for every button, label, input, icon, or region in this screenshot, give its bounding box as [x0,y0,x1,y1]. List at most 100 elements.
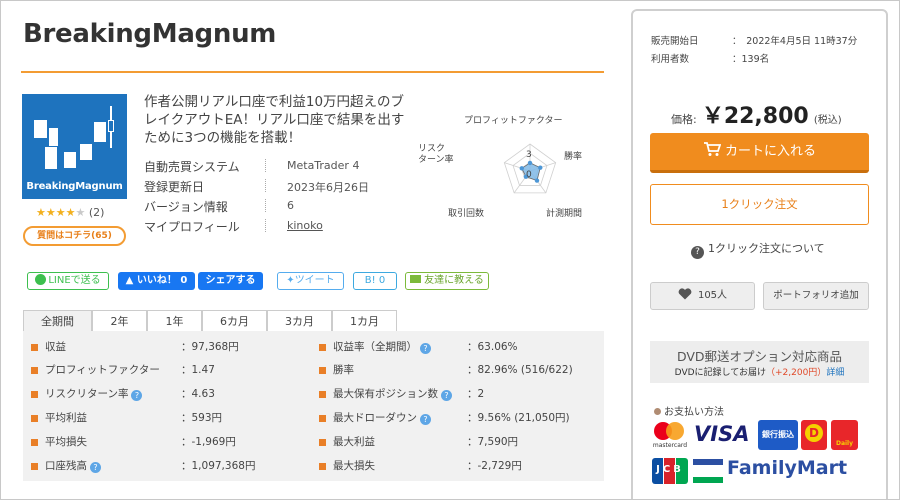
stat-value: ：97,368円 [181,341,239,353]
bullet-icon [319,391,326,398]
favorite-button[interactable]: 105人 [650,282,755,310]
stat-value: ：7,590円 [467,436,519,448]
review-count[interactable]: (2) [89,206,105,219]
divider [265,199,266,212]
price-amount: ￥22,800 [701,104,809,129]
radar-scale-label: 0 [526,170,532,180]
image-bar [80,144,92,160]
stat-value: ：9.56% (21,050円) [467,412,570,424]
image-caption: BreakingMagnum [26,181,123,192]
bullet-icon [319,415,326,422]
tab-2-years[interactable]: 2年 [92,310,147,332]
stat-label: 平均利益 [45,412,87,424]
tab-1-year[interactable]: 1年 [147,310,202,332]
one-click-help-link[interactable]: ? 1クリック注文について [691,240,825,259]
radar-point [519,166,524,171]
dvd-details-link[interactable]: 詳細 [826,368,844,378]
stat-value: ：2 [467,388,485,400]
bullet-icon [31,367,38,374]
radar-point [527,160,533,166]
star-icon: ★ [65,206,76,219]
profile-link[interactable]: kinoko [287,219,323,232]
rating: ★★★★★ (2) [36,206,104,219]
stat-label: 平均損失 [45,436,87,448]
product-tagline: 作者公開リアル口座で利益10万円超えのブレイクアウトEA！リアル口座で結果を出す… [144,94,405,146]
stat-label: 収益 [45,341,66,353]
info-value: MetaTrader 4 [287,159,360,172]
stat-value: ：1.47 [181,364,215,376]
radar-axis-label: 計測期間 [546,207,582,219]
stat-row: 最大利益 ：7,590円 [319,434,609,450]
stat-value: ：63.06% [467,341,518,353]
stat-row: 収益率（全期間）? ：63.06% [319,339,609,355]
radar-scale-label: 3 [526,150,532,160]
add-portfolio-button[interactable]: ポートフォリオ追加 [763,282,869,310]
stat-value: ：1,097,368円 [181,460,256,472]
radar-chart: 3 0 プロフィットファクター勝率計測期間 取引回数 リスクターン率 [419,115,582,219]
divider [265,219,266,232]
stat-row: プロフィットファクター ：1.47 [31,362,321,378]
star-empty-icon: ★ [75,206,86,219]
add-to-cart-button[interactable]: カートに入れる [650,133,869,173]
stat-row: 収益 ：97,368円 [31,339,321,355]
twitter-bird-icon: ✦ [286,275,295,286]
stat-value: ：4.63 [181,388,215,400]
image-bar [45,147,57,169]
bullet-icon [31,344,38,351]
product-image[interactable]: BreakingMagnum [22,94,127,199]
mail-icon [410,275,422,283]
divider [265,159,266,172]
visa-logo: VISA [694,422,750,446]
tab-3-months[interactable]: 3カ月 [267,310,332,332]
help-icon[interactable]: ? [131,390,143,401]
dvd-option-note: DVDに記録してお届け（+2,200円）詳細 [674,368,845,378]
dvd-option-box: DVD郵送オプション対応商品 DVDに記録してお届け（+2,200円）詳細 [650,341,869,383]
facebook-like-button[interactable]: ▲ いいね！ 0 [118,272,195,290]
bullet-icon [319,463,326,470]
hatena-bookmark-button[interactable]: B! 0 [353,272,397,290]
star-icon: ★ [45,206,56,219]
bullet-icon [31,439,38,446]
help-icon[interactable]: ? [441,390,452,401]
tell-friend-button[interactable]: 友達に教える [405,272,489,290]
help-icon[interactable]: ? [420,414,431,425]
radar-axis-label: 取引回数 [448,207,484,219]
help-icon[interactable]: ? [420,343,431,354]
info-label: 自動売買システム [144,160,240,174]
title-underline [21,71,604,73]
page-title: BreakingMagnum [23,19,277,49]
stat-row: 最大ドローダウン? ：9.56% (21,050円) [319,410,609,426]
payment-methods-title: お支払い方法 [654,403,724,418]
radar-axis-label: 勝率 [564,150,582,162]
bank-transfer-logo: 銀行振込 [758,420,798,450]
tab-1-month[interactable]: 1カ月 [332,310,397,332]
info-value: 6 [287,199,294,212]
tab-all-period[interactable]: 全期間 [23,310,92,332]
info-label: 登録更新日 [144,180,205,194]
help-icon[interactable]: ? [90,462,101,473]
bullet-icon [319,344,326,351]
one-click-order-button[interactable]: 1クリック注文 [650,184,869,225]
familymart-stripe-icon [693,459,723,483]
radar-point [534,178,540,183]
tweet-button[interactable]: ✦ツイート [277,272,344,290]
image-bar [49,128,58,146]
stat-value: ：82.96% (516/622) [467,364,573,376]
stat-label: リスクリターン率? [45,386,143,402]
question-button[interactable]: 質問はコチラ(65) [23,226,126,246]
radar-point [538,165,543,170]
stat-row: 平均損失 ：-1,969円 [31,434,321,450]
familymart-logo: FamilyMart [727,457,848,479]
page: BreakingMagnum BreakingMagnum ★★★★★ (2) … [0,0,900,500]
star-icon: ★ [36,206,46,219]
stat-label: 最大損失 [333,460,375,472]
users-value: ：139名 [732,54,770,65]
dvd-option-title: DVD郵送オプション対応商品 [676,349,843,364]
line-share-button[interactable]: LINEで送る [27,272,109,290]
bullet-icon [31,391,38,398]
jcb-logo: JCB [652,458,688,484]
bullet-icon [319,439,326,446]
facebook-share-button[interactable]: シェアする [198,272,263,290]
tab-6-months[interactable]: 6カ月 [202,310,267,332]
image-bar [34,120,47,138]
